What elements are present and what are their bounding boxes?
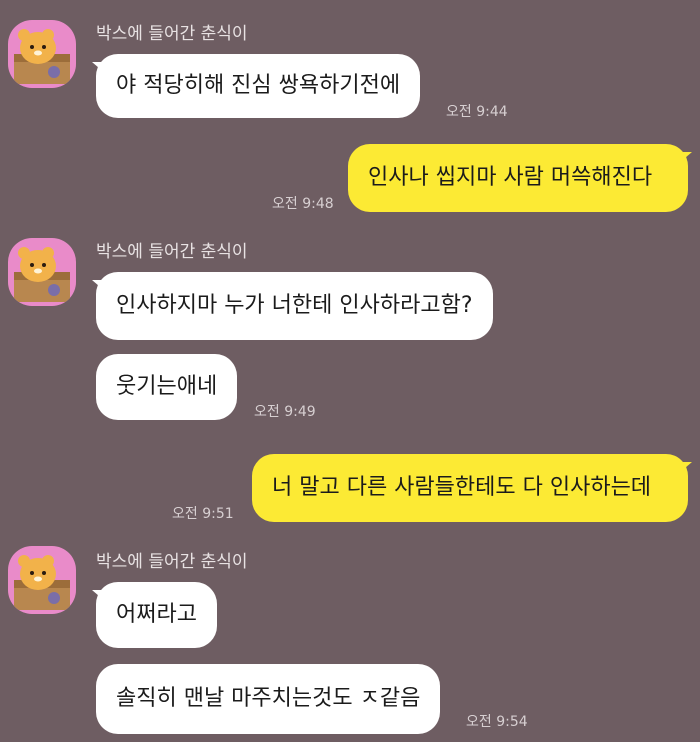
message-text: 인사나 씹지마 사람 머쓱해진다 (368, 165, 653, 190)
message-time: 오전 9:49 (254, 404, 316, 420)
message-bubble[interactable]: 어쩌라고 (96, 582, 217, 648)
sender-name: 박스에 들어간 춘식이 (96, 552, 248, 572)
message-text: 인사하지마 누가 너한테 인사하라고함? (116, 293, 473, 318)
bear-in-box-icon (14, 247, 70, 302)
avatar[interactable] (8, 238, 76, 306)
avatar[interactable] (8, 546, 76, 614)
message-bubble[interactable]: 인사나 씹지마 사람 머쓱해진다 (348, 144, 688, 212)
message-text: 야 적당히해 진심 쌍욕하기전에 (116, 73, 401, 98)
message-time: 오전 9:44 (446, 104, 508, 120)
message-text: 너 말고 다른 사람들한테도 다 인사하는데 (272, 475, 652, 500)
message-text: 어쩌라고 (116, 602, 197, 627)
message-text: 웃기는애네 (116, 374, 218, 399)
message-time: 오전 9:54 (466, 714, 528, 730)
sender-name: 박스에 들어간 춘식이 (96, 242, 248, 262)
message-bubble[interactable]: 인사하지마 누가 너한테 인사하라고함? (96, 272, 493, 340)
message-bubble[interactable]: 솔직히 맨날 마주치는것도 ㅈ같음 (96, 664, 441, 734)
bear-in-box-icon (14, 555, 70, 610)
message-bubble[interactable]: 너 말고 다른 사람들한테도 다 인사하는데 (252, 454, 688, 522)
avatar[interactable] (8, 20, 76, 88)
message-bubble[interactable]: 웃기는애네 (96, 354, 238, 420)
message-text: 솔직히 맨날 마주치는것도 ㅈ같음 (116, 686, 421, 711)
bear-in-box-icon (14, 29, 70, 84)
message-bubble[interactable]: 야 적당히해 진심 쌍욕하기전에 (96, 54, 421, 118)
message-time: 오전 9:51 (172, 506, 234, 522)
message-time: 오전 9:48 (272, 196, 334, 212)
sender-name: 박스에 들어간 춘식이 (96, 24, 248, 44)
